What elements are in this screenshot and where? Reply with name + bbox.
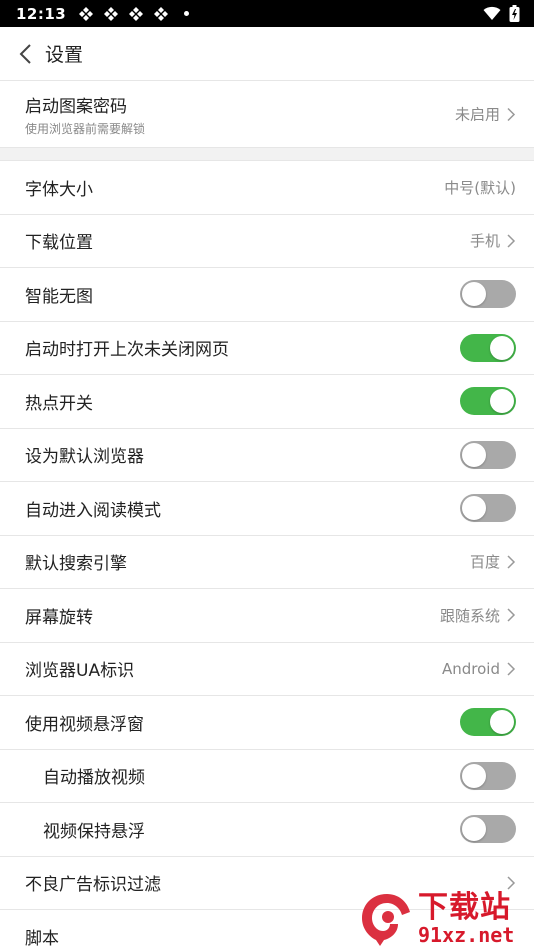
- setting-value: Android: [442, 659, 500, 678]
- section-divider: [0, 148, 534, 161]
- autoplay-video-toggle[interactable]: [460, 761, 516, 790]
- auto-reading-toggle[interactable]: [460, 494, 516, 523]
- page-title: 设置: [45, 44, 84, 66]
- setting-label: 智能无图: [25, 286, 93, 307]
- video-float-toggle[interactable]: [460, 708, 516, 737]
- setting-label: 屏幕旋转: [25, 607, 93, 628]
- back-arrow-icon: [19, 43, 31, 64]
- setting-auto-reading: 自动进入阅读模式: [0, 482, 534, 536]
- chevron-right-icon: [507, 662, 516, 676]
- watermark-text: 下载站: [418, 890, 511, 925]
- setting-smart-no-image: 智能无图: [0, 268, 534, 322]
- setting-download-location[interactable]: 下载位置 手机: [0, 215, 534, 268]
- more-notifications-dot: [184, 11, 190, 16]
- chevron-right-icon: [507, 234, 516, 248]
- toggle-knob: [490, 335, 514, 360]
- setting-value: 百度: [469, 553, 500, 572]
- setting-label: 字体大小: [25, 179, 93, 200]
- setting-restore-pages: 启动时打开上次未关闭网页: [0, 322, 534, 375]
- setting-value: 跟随系统: [439, 606, 500, 625]
- setting-label: 启动时打开上次未关闭网页: [25, 340, 229, 361]
- toggle-knob: [462, 817, 486, 842]
- chevron-right-icon: [507, 608, 516, 622]
- setting-default-browser: 设为默认浏览器: [0, 429, 534, 482]
- status-time: 12:13: [16, 4, 67, 23]
- setting-font-size[interactable]: 字体大小 中号(默认): [0, 161, 534, 215]
- setting-label: 不良广告标识过滤: [25, 875, 161, 896]
- toggle-knob: [490, 389, 514, 414]
- wifi-icon: [483, 6, 501, 20]
- toggle-knob: [490, 710, 514, 735]
- watermark: 下载站 91xz.net: [358, 888, 530, 950]
- setting-label: 自动进入阅读模式: [25, 500, 161, 521]
- restore-pages-toggle[interactable]: [460, 333, 516, 362]
- setting-value: 中号(默认): [444, 178, 516, 197]
- status-bar: 12:13: [0, 0, 534, 27]
- setting-value: 未启用: [454, 105, 500, 124]
- setting-video-float: 使用视频悬浮窗: [0, 696, 534, 750]
- app-header: 设置: [0, 27, 534, 81]
- default-browser-toggle[interactable]: [460, 440, 516, 469]
- setting-label: 设为默认浏览器: [25, 447, 144, 468]
- setting-label: 热点开关: [25, 393, 93, 414]
- chevron-right-icon: [507, 107, 516, 121]
- keep-float-toggle[interactable]: [460, 815, 516, 844]
- smart-no-image-toggle[interactable]: [460, 280, 516, 309]
- app-notification-icon: [104, 6, 119, 21]
- setting-pattern-lock[interactable]: 启动图案密码 使用浏览器前需要解锁 未启用: [0, 81, 534, 148]
- setting-value: 手机: [469, 232, 500, 251]
- setting-description: 使用浏览器前需要解锁: [25, 121, 146, 136]
- app-notification-icon: [154, 6, 169, 21]
- setting-label: 使用视频悬浮窗: [25, 714, 144, 735]
- setting-screen-rotation[interactable]: 屏幕旋转 跟随系统: [0, 589, 534, 643]
- setting-label: 脚本: [25, 928, 59, 949]
- setting-label: 启动图案密码: [25, 96, 127, 117]
- setting-label: 下载位置: [25, 233, 93, 254]
- setting-keep-float: 视频保持悬浮: [0, 803, 534, 857]
- watermark-url: 91xz.net: [418, 923, 515, 947]
- setting-autoplay-video: 自动播放视频: [0, 750, 534, 803]
- app-notification-icon: [129, 6, 144, 21]
- app-notification-icon: [79, 6, 94, 21]
- watermark-logo-icon: [362, 894, 410, 946]
- toggle-knob: [462, 496, 486, 521]
- setting-label: 视频保持悬浮: [43, 821, 145, 842]
- toggle-knob: [462, 442, 486, 467]
- chevron-right-icon: [507, 555, 516, 569]
- back-button[interactable]: [14, 43, 36, 65]
- toggle-knob: [462, 763, 486, 788]
- setting-label: 浏览器UA标识: [25, 661, 135, 682]
- battery-icon: [509, 5, 520, 22]
- setting-search-engine[interactable]: 默认搜索引擎 百度: [0, 536, 534, 589]
- hotspot-toggle[interactable]: [460, 387, 516, 416]
- setting-user-agent[interactable]: 浏览器UA标识 Android: [0, 643, 534, 696]
- toggle-knob: [462, 282, 486, 307]
- setting-label: 自动播放视频: [43, 768, 145, 789]
- setting-hotspot: 热点开关: [0, 375, 534, 429]
- setting-label: 默认搜索引擎: [25, 554, 127, 575]
